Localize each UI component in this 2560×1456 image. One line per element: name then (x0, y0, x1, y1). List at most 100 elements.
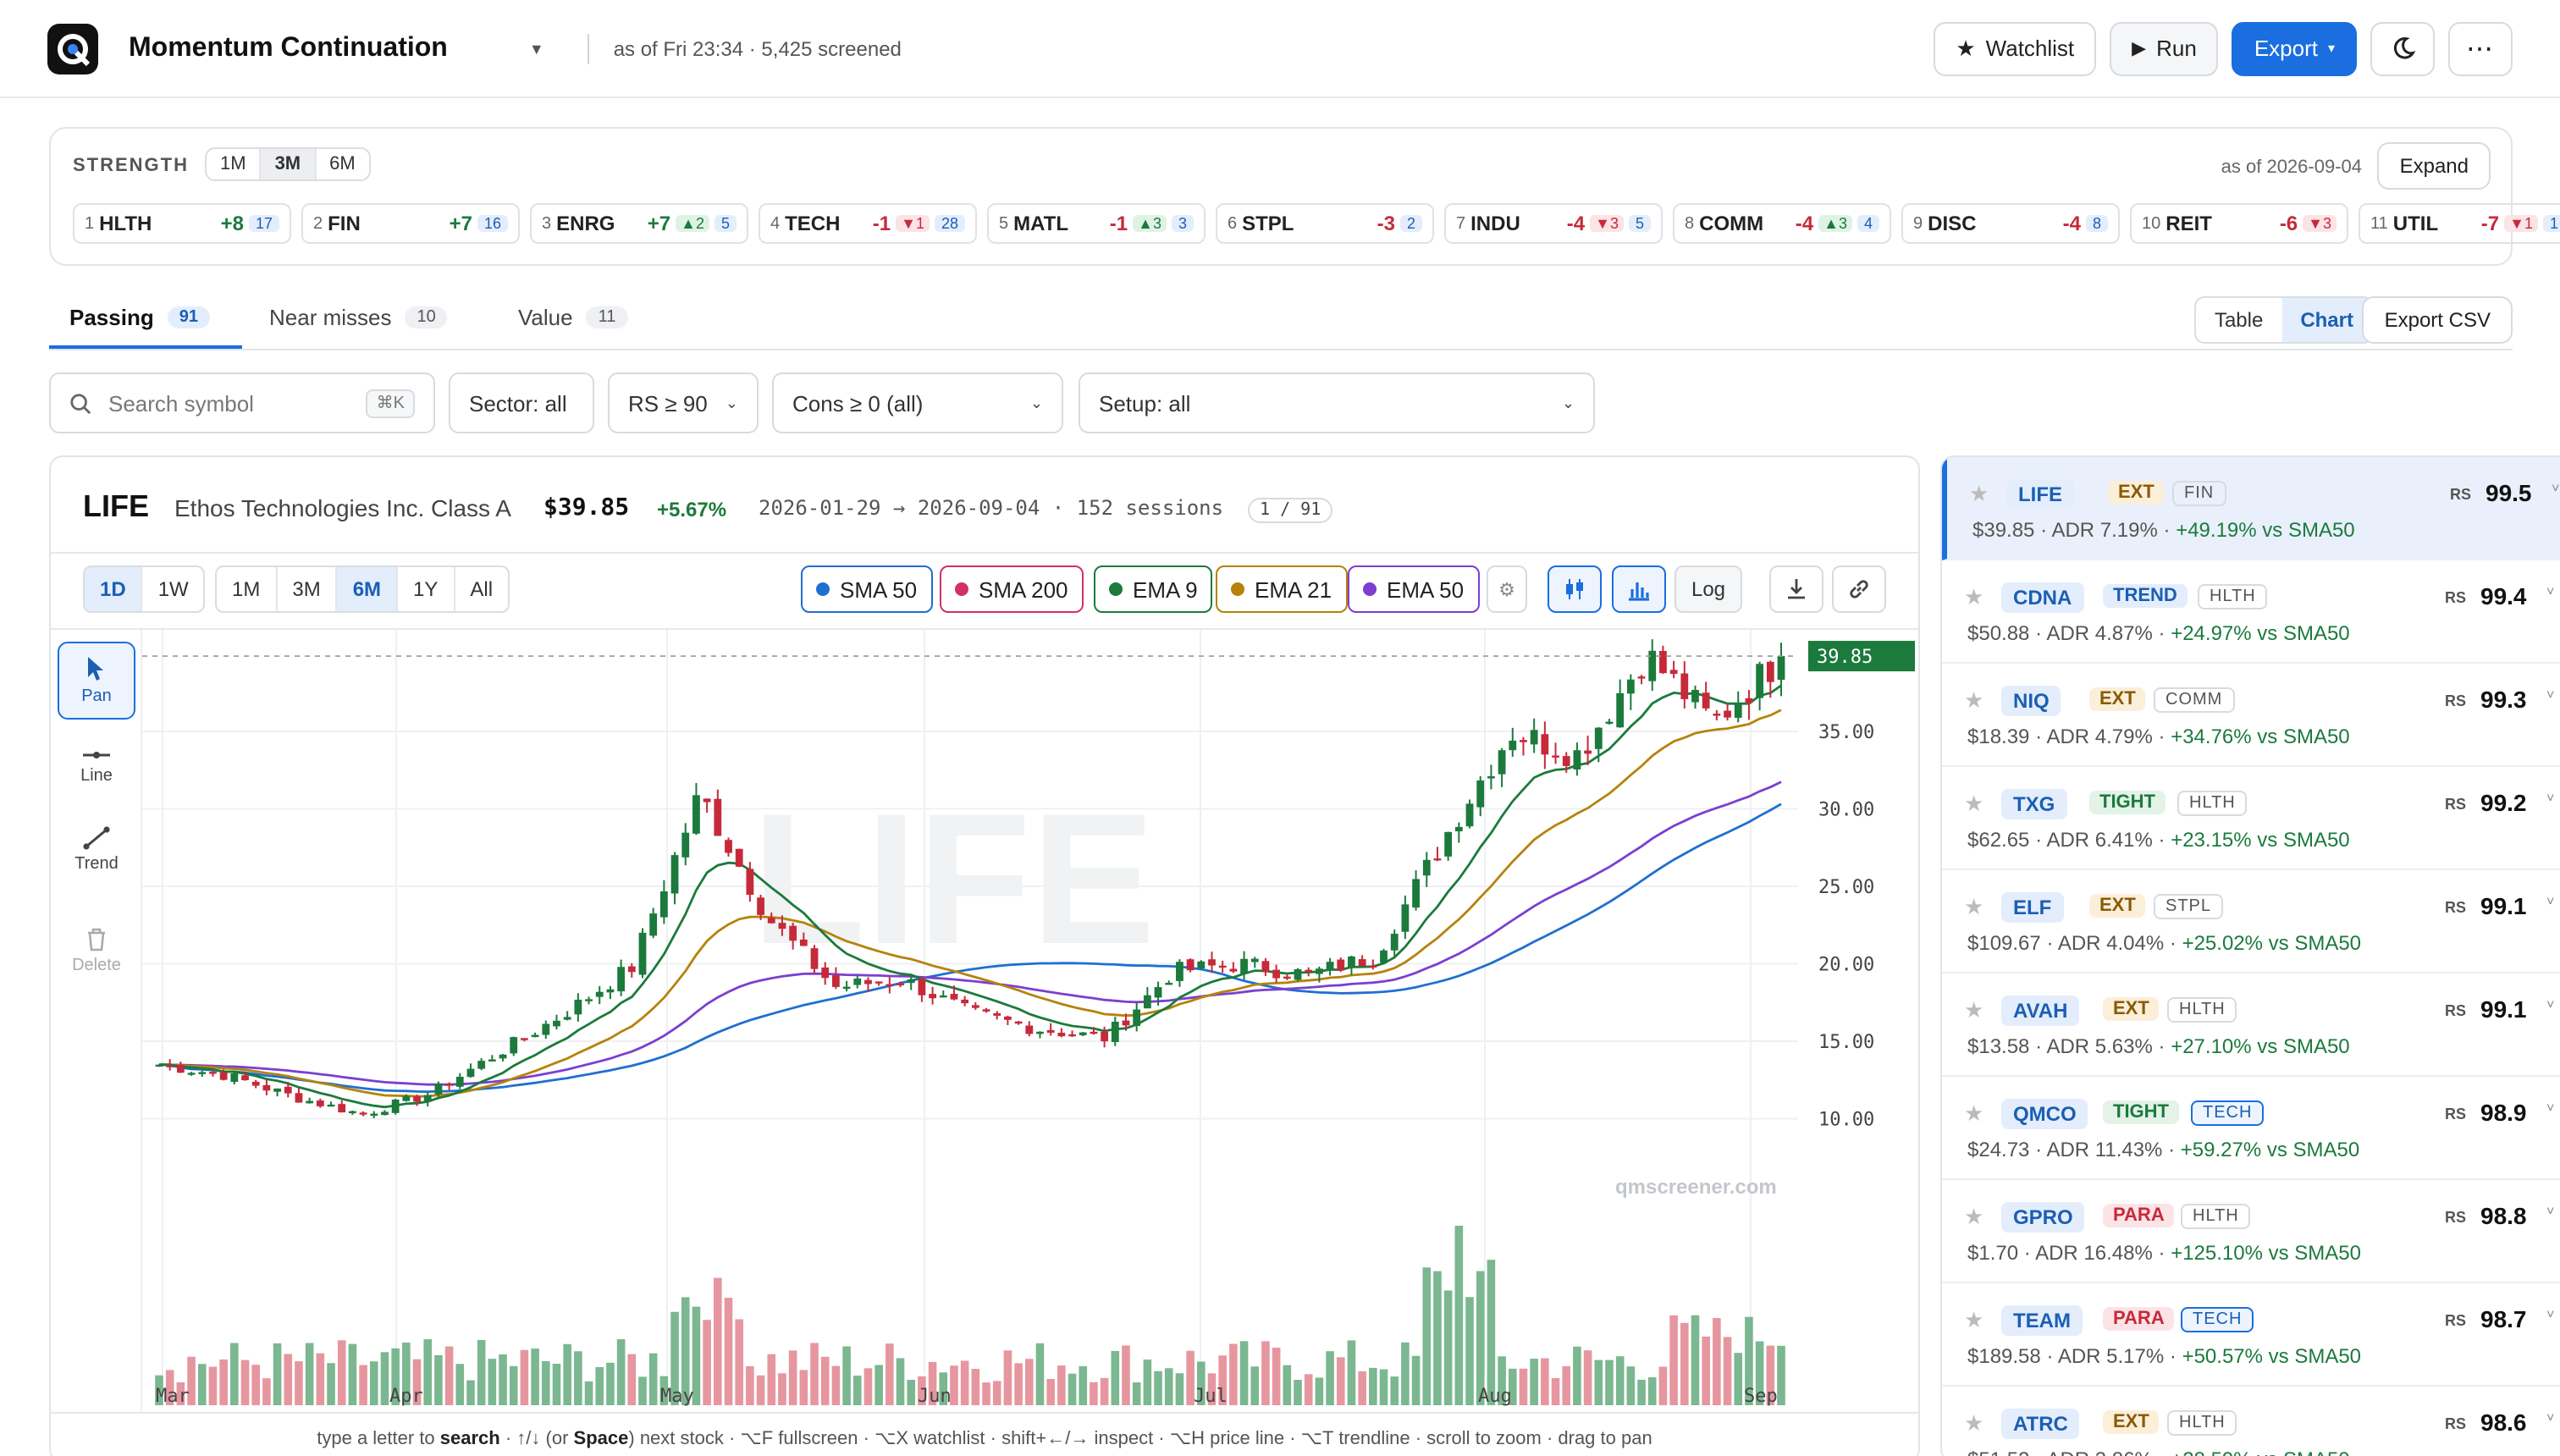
star-icon[interactable]: ★ (1964, 584, 1983, 611)
tab-value[interactable]: Value 11 (518, 305, 628, 330)
sector-chip-hlth[interactable]: 1 HLTH +8 17 (73, 203, 291, 244)
setup-filter[interactable]: Setup: all ⌄ (1079, 372, 1595, 433)
star-icon[interactable]: ★ (1964, 894, 1983, 921)
list-item[interactable]: ★ NIQ EXT COMM RS 99.3 ˅ $18.39 · ADR 4.79% · +… (1942, 664, 2560, 767)
star-icon[interactable]: ★ (1964, 997, 1983, 1024)
range-1m[interactable]: 1M (217, 567, 278, 611)
range-all[interactable]: All (455, 567, 508, 611)
range-1y[interactable]: 1Y (398, 567, 455, 611)
sector-chip-reit[interactable]: 10 REIT -6 ▼3 (2130, 203, 2348, 244)
cons-filter[interactable]: Cons ≥ 0 (all) ⌄ (772, 372, 1063, 433)
view-table-button[interactable]: Table (2196, 298, 2281, 342)
interval-1d[interactable]: 1D (85, 567, 143, 611)
tab-near-misses[interactable]: Near misses 10 (269, 305, 448, 330)
indicator-ema9[interactable]: EMA 9 (1094, 565, 1213, 613)
screen-title[interactable]: Momentum Continuation (129, 33, 448, 63)
list-item[interactable]: ★ ELF EXT STPL RS 99.1 ˅ $109.67 · ADR 4.04% · … (1942, 870, 2560, 973)
indicator-sma200[interactable]: SMA 200 (940, 565, 1084, 613)
setup-tag: TIGHT (2103, 1100, 2179, 1124)
sector-chip-comm[interactable]: 8 COMM -4 ▲3 4 (1673, 203, 1891, 244)
tab-passing[interactable]: Passing 91 (69, 305, 210, 330)
list-item[interactable]: ★ QMCO TIGHT TECH RS 98.9 ˅ $24.73 · ADR 11.43%… (1942, 1077, 2560, 1180)
star-icon[interactable]: ★ (1964, 1307, 1983, 1334)
star-icon[interactable]: ★ (1964, 1204, 1983, 1231)
view-chart-button[interactable]: Chart (2281, 298, 2372, 342)
price-chart[interactable]: LIFE39.8535.0030.0025.0020.0015.0010.00M… (142, 630, 1918, 1412)
y-tick-label: 15.00 (1818, 1032, 1874, 1053)
list-item[interactable]: ★ GPRO PARA HLTH RS 98.8 ˅ $1.70 · ADR 16.48% ·… (1942, 1180, 2560, 1283)
run-button[interactable]: ▶ Run (2110, 21, 2219, 75)
chevron-down-icon[interactable]: ˅ (2546, 1307, 2554, 1322)
results-list[interactable]: ★ LIFE EXT FIN RS 99.5 ˅ $39.85 · ADR 7.19% · +… (1940, 455, 2560, 1456)
sector-chip-tech[interactable]: 4 TECH -1 ▼1 28 (759, 203, 977, 244)
chevron-down-icon[interactable]: ˅ (2546, 1100, 2554, 1116)
sector-rank: 4 (770, 214, 781, 233)
indicator-settings-button[interactable]: ⚙ (1487, 565, 1527, 613)
more-menu-button[interactable]: ⋯ (2448, 21, 2513, 75)
sector-chip-enrg[interactable]: 3 ENRG +7 ▲2 5 (530, 203, 748, 244)
sector-chip-disc[interactable]: 9 DISC -4 8 (1901, 203, 2120, 244)
chevron-down-icon[interactable]: ˅ (2546, 1410, 2554, 1426)
chevron-down-icon[interactable]: ˅ (2546, 997, 2554, 1012)
chevron-down-icon[interactable]: ˅ (2546, 791, 2554, 806)
period-6m[interactable]: 6M (316, 149, 369, 179)
search-box[interactable]: Search symbol ⌘K (49, 372, 435, 433)
pan-tool[interactable]: Pan (58, 642, 135, 720)
export-csv-button[interactable]: Export CSV (2362, 296, 2513, 344)
volume-bar (197, 1364, 207, 1405)
star-icon[interactable]: ★ (1964, 1410, 1983, 1437)
trend-tool[interactable]: Trend (58, 811, 135, 889)
range-6m[interactable]: 6M (337, 567, 399, 611)
list-item[interactable]: ★ TXG TIGHT HLTH RS 99.2 ˅ $62.65 · ADR 6.41% ·… (1942, 767, 2560, 870)
chevron-down-icon[interactable]: ˅ (2546, 894, 2554, 909)
chevron-down-icon[interactable]: ˅ (2546, 1204, 2554, 1219)
sector-chip-fin[interactable]: 2 FIN +7 16 (301, 203, 520, 244)
volume-bar (1111, 1350, 1120, 1405)
rank-up-badge: ▲3 (1133, 215, 1167, 232)
sector-chip-stpl[interactable]: 6 STPL -3 2 (1216, 203, 1434, 244)
candle-body (1401, 904, 1410, 932)
download-button[interactable] (1769, 565, 1823, 613)
list-item[interactable]: ★ ATRC EXT HLTH RS 98.6 ˅ $51.52 · ADR 3.86% · … (1942, 1387, 2560, 1456)
row-symbol: AVAH (2001, 995, 2080, 1026)
range-3m[interactable]: 3M (277, 567, 338, 611)
copy-link-button[interactable] (1832, 565, 1886, 613)
period-1m[interactable]: 1M (207, 149, 262, 179)
list-item[interactable]: ★ CDNA TREND HLTH RS 99.4 ˅ $50.88 · ADR 4.87% … (1942, 560, 2560, 664)
interval-1w[interactable]: 1W (143, 567, 204, 611)
indicator-ema50[interactable]: EMA 50 (1348, 565, 1480, 613)
chevron-down-icon[interactable]: ˅ (2552, 481, 2559, 496)
star-icon[interactable]: ★ (1964, 1100, 1983, 1128)
row-vs-sma: +28.59% vs SMA50 (2171, 1448, 2349, 1456)
indicator-sma50[interactable]: SMA 50 (801, 565, 933, 613)
sector-chip-util[interactable]: 11 UTIL -7 ▼1 1 (2359, 203, 2560, 244)
sector-filter[interactable]: Sector: all (449, 372, 594, 433)
row-vs-sma: +50.57% vs SMA50 (2182, 1344, 2362, 1368)
indicator-ema21[interactable]: EMA 21 (1216, 565, 1348, 613)
log-scale-toggle[interactable]: Log (1674, 565, 1742, 613)
sector-chip-indu[interactable]: 7 INDU -4 ▼3 5 (1444, 203, 1663, 244)
star-icon[interactable]: ★ (1964, 687, 1983, 714)
search-input[interactable]: Search symbol (108, 390, 254, 416)
period-3m[interactable]: 3M (261, 149, 317, 179)
watchlist-button[interactable]: ★ Watchlist (1934, 21, 2097, 75)
theme-toggle-button[interactable] (2370, 21, 2435, 75)
chevron-down-icon[interactable]: ˅ (2546, 687, 2554, 703)
expand-button[interactable]: Expand (2377, 142, 2491, 190)
export-button[interactable]: Export ▾ (2232, 21, 2357, 75)
line-tool[interactable]: Line (58, 728, 135, 806)
volume-bar (1443, 1290, 1453, 1405)
sector-chip-matl[interactable]: 5 MATL -1 ▲3 3 (987, 203, 1206, 244)
rs-filter[interactable]: RS ≥ 90 ⌄ (608, 372, 759, 433)
volume-toggle[interactable] (1612, 565, 1666, 613)
delete-tool[interactable]: Delete (58, 913, 135, 990)
star-icon[interactable]: ★ (1969, 481, 1989, 508)
chevron-down-icon: ⌄ (725, 394, 738, 411)
list-item[interactable]: ★ LIFE EXT FIN RS 99.5 ˅ $39.85 · ADR 7.19% · +… (1942, 457, 2560, 560)
list-item[interactable]: ★ AVAH EXT HLTH RS 99.1 ˅ $13.58 · ADR 5.63% · … (1942, 973, 2560, 1077)
candlestick-toggle[interactable] (1548, 565, 1602, 613)
chevron-down-icon[interactable]: ▼ (529, 40, 544, 57)
list-item[interactable]: ★ TEAM PARA TECH RS 98.7 ˅ $189.58 · ADR 5.17% … (1942, 1283, 2560, 1387)
chevron-down-icon[interactable]: ˅ (2546, 584, 2554, 599)
star-icon[interactable]: ★ (1964, 791, 1983, 818)
